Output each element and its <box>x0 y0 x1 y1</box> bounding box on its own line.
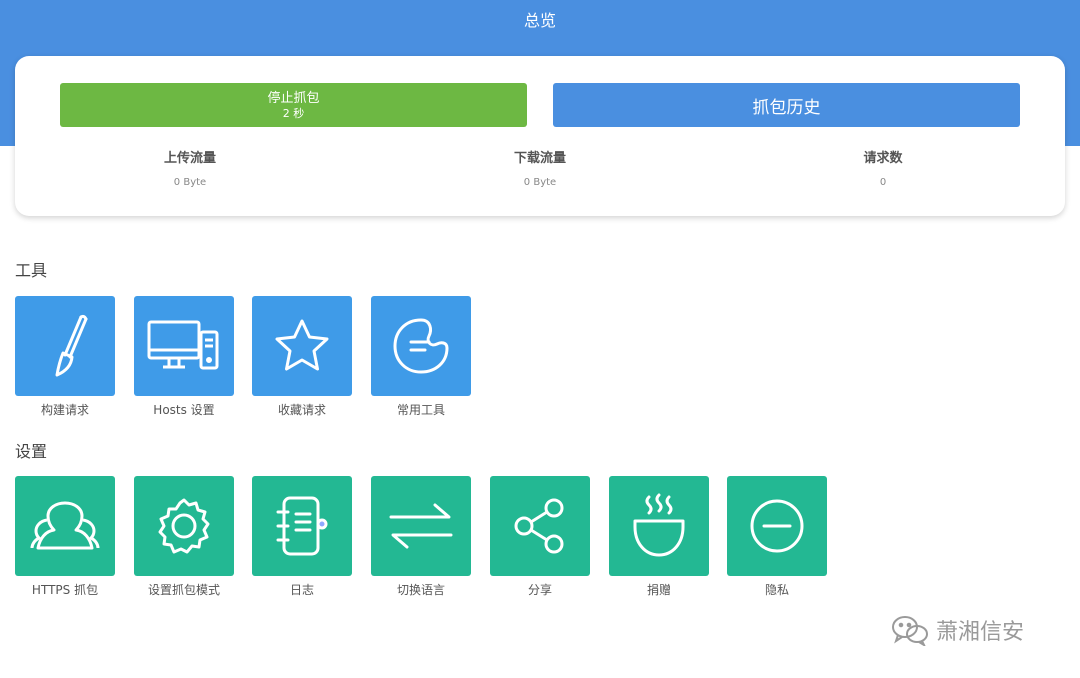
overview-card: 停止抓包 2 秒 抓包历史 上传流量 0 Byte 下载流量 0 Byte 请求… <box>15 56 1065 216</box>
tile-label: 收藏请求 <box>277 403 326 417</box>
setting-share[interactable]: 分享 <box>490 476 590 598</box>
tile-label: 常用工具 <box>396 403 445 417</box>
tile-box <box>134 476 234 576</box>
users-icon <box>30 501 100 550</box>
tile-box <box>609 476 709 576</box>
tile-label: 设置抓包模式 <box>147 583 220 597</box>
setting-donate[interactable]: 捐赠 <box>609 476 709 598</box>
setting-logs[interactable]: 日志 <box>252 476 352 598</box>
stat-value: 0 Byte <box>523 177 557 188</box>
stat-label: 上传流量 <box>163 151 216 166</box>
tile-label: Hosts 设置 <box>153 403 215 417</box>
stat-label: 下载流量 <box>513 151 566 166</box>
tile-label: 构建请求 <box>40 403 89 417</box>
stat-label: 请求数 <box>863 151 903 166</box>
share-icon <box>514 498 564 554</box>
stat-value: 0 Byte <box>173 177 207 188</box>
star-icon <box>275 319 329 371</box>
computer-icon <box>147 320 219 370</box>
tile-box <box>727 476 827 576</box>
settings-section-title: 设置 <box>15 442 48 461</box>
stop-capture-label: 停止抓包 <box>267 91 320 106</box>
tile-label: HTTPS 抓包 <box>31 583 99 597</box>
tile-label: 日志 <box>289 583 314 597</box>
tool-favorite-requests[interactable]: 收藏请求 <box>252 296 352 418</box>
tile-label: 捐赠 <box>646 583 671 597</box>
tile-box <box>371 476 471 576</box>
setting-capture-mode[interactable]: 设置抓包模式 <box>134 476 234 598</box>
tile-label: 隐私 <box>764 583 789 597</box>
watermark: 萧湘信安 <box>890 612 1024 648</box>
swap-icon <box>389 503 453 549</box>
stat-download: 下载流量 0 Byte <box>430 150 650 189</box>
tile-box <box>371 296 471 396</box>
tool-build-request[interactable]: 构建请求 <box>15 296 115 418</box>
tile-box <box>252 476 352 576</box>
tile-box <box>252 296 352 396</box>
page-title: 总览 <box>523 11 556 30</box>
wechat-icon <box>892 616 928 646</box>
tools-section-title: 工具 <box>15 261 48 280</box>
setting-https-capture[interactable]: HTTPS 抓包 <box>15 476 115 598</box>
setting-privacy[interactable]: 隐私 <box>727 476 827 598</box>
coffee-icon <box>633 493 685 557</box>
tile-label: 分享 <box>527 583 552 597</box>
tool-common-tools[interactable]: 常用工具 <box>371 296 471 418</box>
tile-box <box>15 296 115 396</box>
capture-history-label: 抓包历史 <box>752 97 821 118</box>
tile-box <box>490 476 590 576</box>
capture-elapsed: 2 秒 <box>282 107 305 120</box>
gear-icon <box>158 498 210 554</box>
stat-upload: 上传流量 0 Byte <box>80 150 300 189</box>
brush-icon <box>55 314 88 377</box>
capture-history-button[interactable]: 抓包历史 <box>553 83 1020 127</box>
stat-value: 0 <box>879 177 887 188</box>
tile-label: 切换语言 <box>396 583 445 597</box>
stat-requests: 请求数 0 <box>773 150 993 189</box>
watermark-text: 萧湘信安 <box>936 620 1025 645</box>
tile-box <box>134 296 234 396</box>
minus-circle-icon <box>750 499 804 553</box>
tool-hosts-settings[interactable]: Hosts 设置 <box>134 296 234 418</box>
notebook-icon <box>276 496 328 556</box>
setting-switch-language[interactable]: 切换语言 <box>371 476 471 598</box>
stop-capture-button[interactable]: 停止抓包 2 秒 <box>60 83 527 127</box>
palette-icon <box>393 318 449 374</box>
tile-box <box>15 476 115 576</box>
